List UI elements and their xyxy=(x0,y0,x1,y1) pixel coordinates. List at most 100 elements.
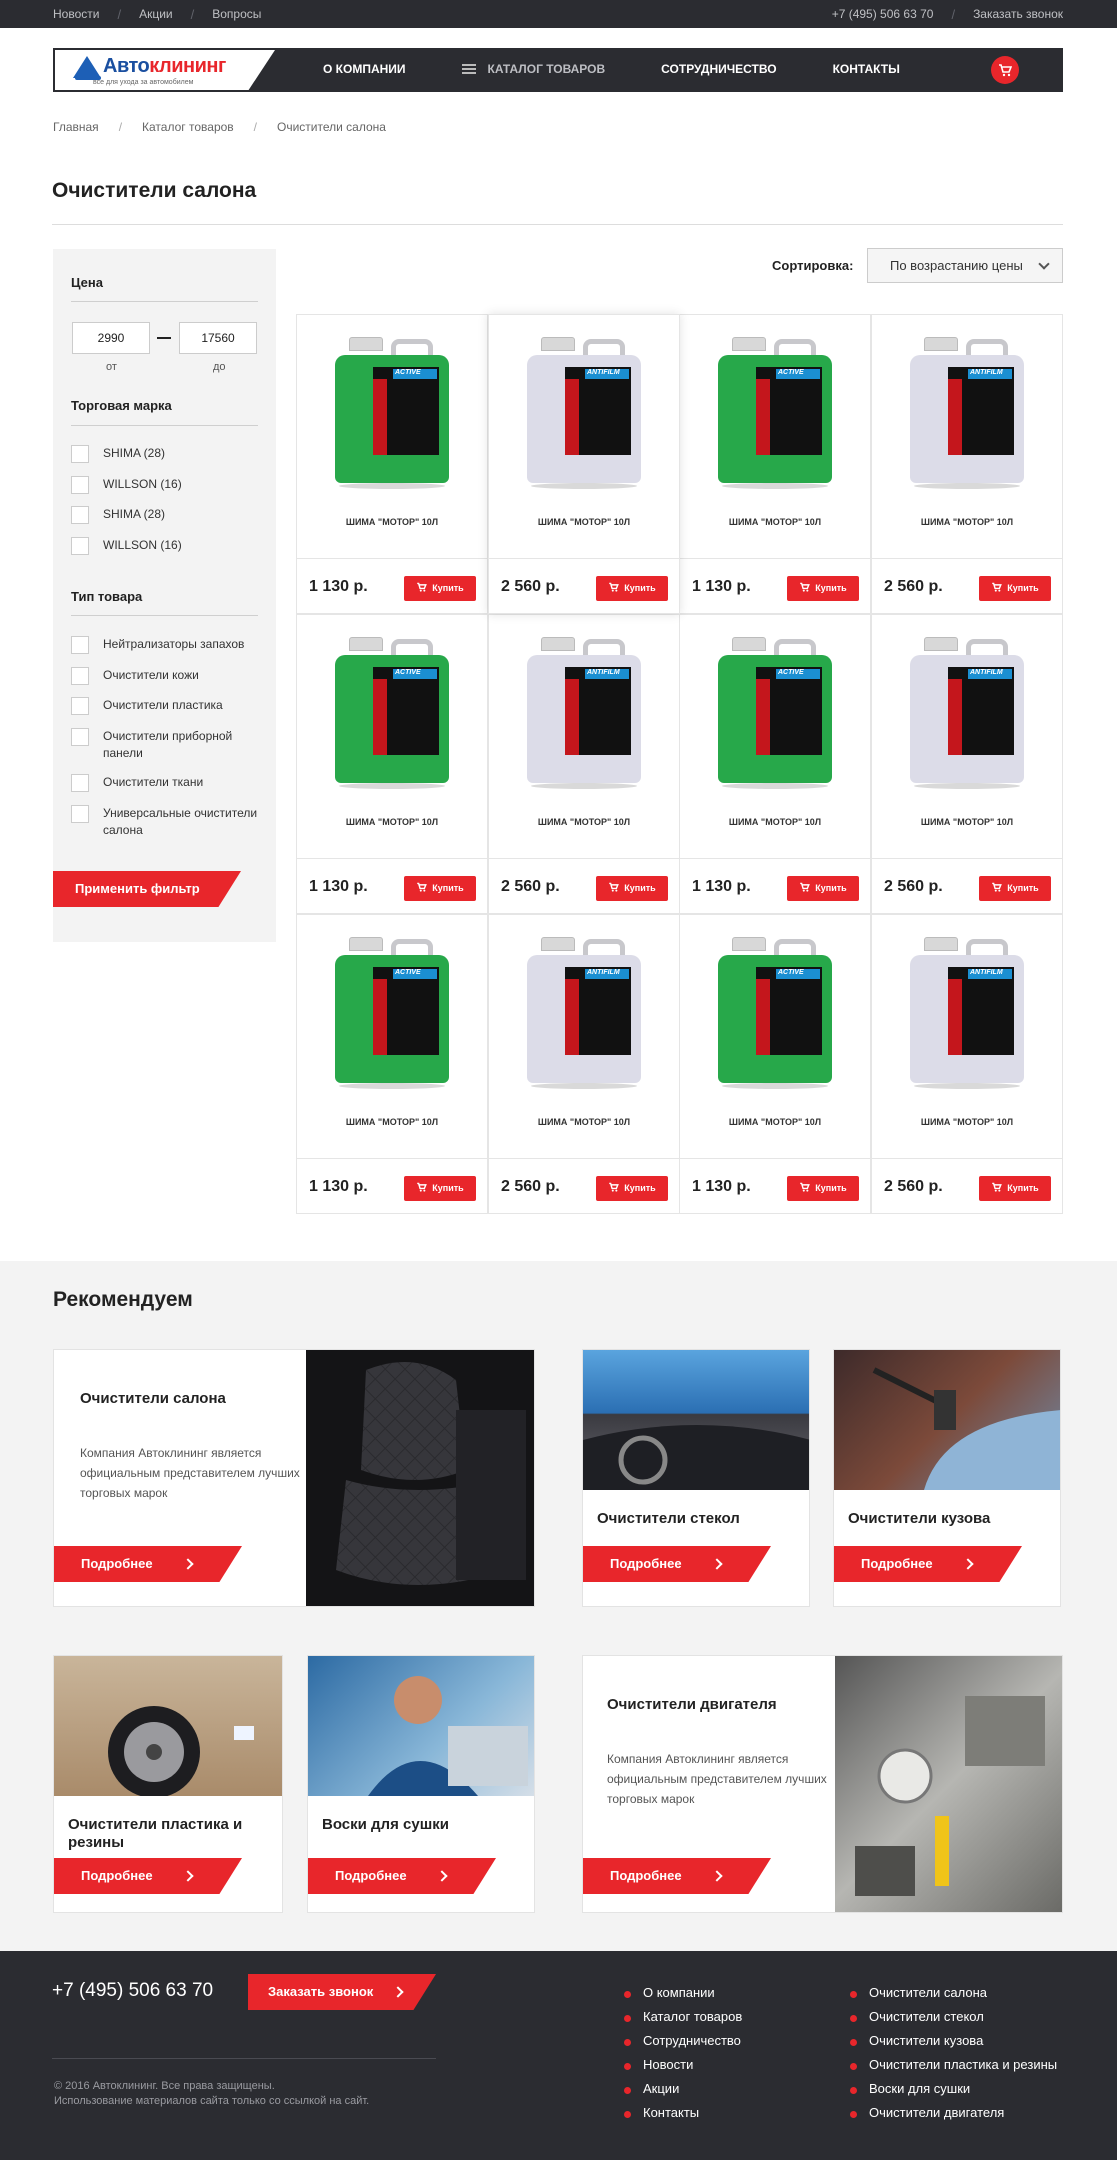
footer-link[interactable]: Очистители салона xyxy=(850,1985,1057,2009)
footer-link[interactable]: Акции xyxy=(624,2081,742,2105)
product-card[interactable]: ACTIVE ШИМА "МОТОР" 10Л 1 130 р. Купить xyxy=(679,914,871,1214)
price-to-input[interactable]: 17560 xyxy=(179,322,257,354)
product-name[interactable]: ШИМА "МОТОР" 10Л xyxy=(872,817,1062,827)
type-checkbox[interactable]: Очистители приборной панели xyxy=(71,728,261,762)
buy-button[interactable]: Купить xyxy=(979,876,1051,901)
product-image[interactable]: ANTIFILM xyxy=(527,337,641,489)
checkbox-box[interactable] xyxy=(71,774,89,792)
more-button[interactable]: Подробнее xyxy=(583,1546,771,1582)
checkbox-box[interactable] xyxy=(71,805,89,823)
product-name[interactable]: ШИМА "МОТОР" 10Л xyxy=(680,517,870,527)
footer-link[interactable]: О компании xyxy=(624,1985,742,2009)
footer-link[interactable]: Очистители стекол xyxy=(850,2009,1057,2033)
more-button[interactable]: Подробнее xyxy=(54,1858,242,1894)
checkbox-box[interactable] xyxy=(71,728,89,746)
product-name[interactable]: ШИМА "МОТОР" 10Л xyxy=(680,817,870,827)
product-name[interactable]: ШИМА "МОТОР" 10Л xyxy=(297,817,487,827)
checkbox-box[interactable] xyxy=(71,537,89,555)
product-image[interactable]: ACTIVE xyxy=(718,937,832,1089)
checkbox-box[interactable] xyxy=(71,476,89,494)
brand-checkbox[interactable]: WILLSON (16) xyxy=(71,537,182,555)
product-name[interactable]: ШИМА "МОТОР" 10Л xyxy=(489,817,679,827)
footer-link[interactable]: Очистители пластика и резины xyxy=(850,2057,1057,2081)
product-card[interactable]: ACTIVE ШИМА "МОТОР" 10Л 1 130 р. Купить xyxy=(296,314,488,614)
product-image[interactable]: ACTIVE xyxy=(718,637,832,789)
brand-checkbox[interactable]: SHIMA (28) xyxy=(71,506,165,524)
footer-link[interactable]: Каталог товаров xyxy=(624,2009,742,2033)
sort-select[interactable]: По возрастанию цены xyxy=(867,248,1063,283)
product-image[interactable]: ANTIFILM xyxy=(910,337,1024,489)
product-card[interactable]: ACTIVE ШИМА "МОТОР" 10Л 1 130 р. Купить xyxy=(679,614,871,914)
buy-button[interactable]: Купить xyxy=(787,1176,859,1201)
product-image[interactable]: ANTIFILM xyxy=(527,937,641,1089)
more-button[interactable]: Подробнее xyxy=(834,1546,1022,1582)
rec-card-wax[interactable]: Воски для сушки Подробнее xyxy=(307,1655,535,1913)
product-name[interactable]: ШИМА "МОТОР" 10Л xyxy=(297,517,487,527)
more-button[interactable]: Подробнее xyxy=(308,1858,496,1894)
nav-partners[interactable]: СОТРУДНИЧЕСТВО xyxy=(661,62,776,76)
buy-button[interactable]: Купить xyxy=(979,1176,1051,1201)
product-card[interactable]: ACTIVE ШИМА "МОТОР" 10Л 1 130 р. Купить xyxy=(296,614,488,914)
checkbox-box[interactable] xyxy=(71,636,89,654)
nav-about[interactable]: О КОМПАНИИ xyxy=(323,62,406,76)
breadcrumb-home[interactable]: Главная xyxy=(53,120,99,134)
checkbox-box[interactable] xyxy=(71,506,89,524)
rec-card-body[interactable]: Очистители кузова Подробнее xyxy=(833,1349,1061,1607)
buy-button[interactable]: Купить xyxy=(404,876,476,901)
type-checkbox[interactable]: Очистители кожи xyxy=(71,667,199,685)
buy-button[interactable]: Купить xyxy=(404,576,476,601)
product-name[interactable]: ШИМА "МОТОР" 10Л xyxy=(872,1117,1062,1127)
buy-button[interactable]: Купить xyxy=(787,876,859,901)
footer-link[interactable]: Новости xyxy=(624,2057,742,2081)
product-card[interactable]: ANTIFILM ШИМА "МОТОР" 10Л 2 560 р. Купить xyxy=(488,614,680,914)
footer-link[interactable]: Контакты xyxy=(624,2105,742,2129)
type-checkbox[interactable]: Универсальные очистители салона xyxy=(71,805,261,839)
buy-button[interactable]: Купить xyxy=(979,576,1051,601)
top-callback-link[interactable]: Заказать звонок xyxy=(973,7,1063,22)
apply-filter-button[interactable]: Применить фильтр xyxy=(53,871,241,907)
type-checkbox[interactable]: Нейтрализаторы запахов xyxy=(71,636,244,654)
more-button[interactable]: Подробнее xyxy=(54,1546,242,1582)
footer-callback-button[interactable]: Заказать звонок xyxy=(248,1974,436,2010)
product-name[interactable]: ШИМА "МОТОР" 10Л xyxy=(297,1117,487,1127)
product-image[interactable]: ANTIFILM xyxy=(527,637,641,789)
top-nav-news[interactable]: Новости xyxy=(53,7,99,22)
buy-button[interactable]: Купить xyxy=(596,1176,668,1201)
product-image[interactable]: ACTIVE xyxy=(718,337,832,489)
checkbox-box[interactable] xyxy=(71,667,89,685)
buy-button[interactable]: Купить xyxy=(596,576,668,601)
product-image[interactable]: ANTIFILM xyxy=(910,637,1024,789)
product-card[interactable]: ANTIFILM ШИМА "МОТОР" 10Л 2 560 р. Купить xyxy=(488,314,680,614)
brand-checkbox[interactable]: SHIMA (28) xyxy=(71,445,165,463)
type-checkbox[interactable]: Очистители ткани xyxy=(71,774,203,792)
checkbox-box[interactable] xyxy=(71,697,89,715)
footer-link[interactable]: Очистители кузова xyxy=(850,2033,1057,2057)
product-card[interactable]: ANTIFILM ШИМА "МОТОР" 10Л 2 560 р. Купить xyxy=(488,914,680,1214)
product-card[interactable]: ANTIFILM ШИМА "МОТОР" 10Л 2 560 р. Купить xyxy=(871,314,1063,614)
price-from-input[interactable]: 2990 xyxy=(72,322,150,354)
breadcrumb-catalog[interactable]: Каталог товаров xyxy=(142,120,234,134)
product-name[interactable]: ШИМА "МОТОР" 10Л xyxy=(680,1117,870,1127)
more-button[interactable]: Подробнее xyxy=(583,1858,771,1894)
top-nav-faq[interactable]: Вопросы xyxy=(212,7,261,22)
product-name[interactable]: ШИМА "МОТОР" 10Л xyxy=(489,1117,679,1127)
type-checkbox[interactable]: Очистители пластика xyxy=(71,697,223,715)
buy-button[interactable]: Купить xyxy=(596,876,668,901)
product-card[interactable]: ANTIFILM ШИМА "МОТОР" 10Л 2 560 р. Купить xyxy=(871,614,1063,914)
product-image[interactable]: ACTIVE xyxy=(335,337,449,489)
footer-link[interactable]: Воски для сушки xyxy=(850,2081,1057,2105)
top-nav-promos[interactable]: Акции xyxy=(139,7,173,22)
product-card[interactable]: ANTIFILM ШИМА "МОТОР" 10Л 2 560 р. Купить xyxy=(871,914,1063,1214)
buy-button[interactable]: Купить xyxy=(787,576,859,601)
footer-link[interactable]: Сотрудничество xyxy=(624,2033,742,2057)
checkbox-box[interactable] xyxy=(71,445,89,463)
logo[interactable]: Автоклининг все для ухода за автомобилем xyxy=(55,50,275,90)
cart-button[interactable] xyxy=(991,56,1019,84)
brand-checkbox[interactable]: WILLSON (16) xyxy=(71,476,182,494)
product-card[interactable]: ACTIVE ШИМА "МОТОР" 10Л 1 130 р. Купить xyxy=(296,914,488,1214)
rec-card-salon[interactable]: Очистители салона Компания Автоклининг я… xyxy=(53,1349,535,1607)
footer-link[interactable]: Очистители двигателя xyxy=(850,2105,1057,2129)
rec-card-plastic[interactable]: Очистители пластика и резины Подробнее xyxy=(53,1655,283,1913)
nav-contacts[interactable]: КОНТАКТЫ xyxy=(833,62,900,76)
product-name[interactable]: ШИМА "МОТОР" 10Л xyxy=(872,517,1062,527)
